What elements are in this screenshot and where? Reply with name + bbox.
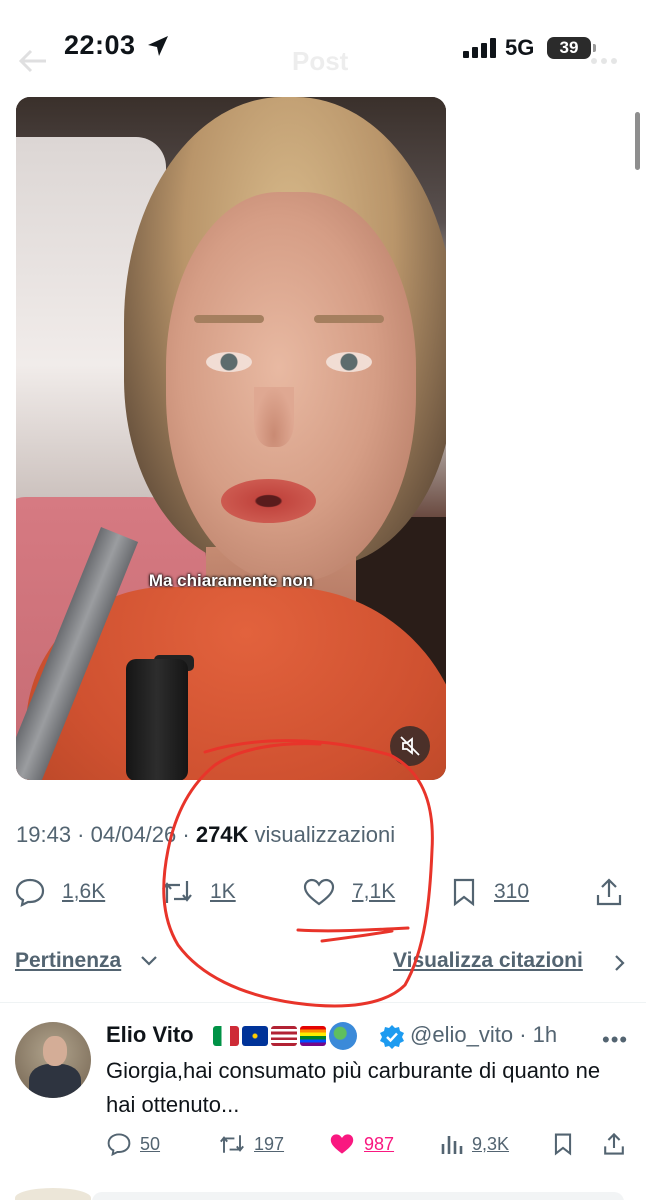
video-caption: Ma chiaramente non <box>148 571 314 590</box>
back-arrow-icon[interactable] <box>18 48 48 74</box>
video-microphone <box>126 659 188 780</box>
post-date: 04/04/26 <box>90 822 177 847</box>
sort-dropdown[interactable]: Pertinenza <box>15 949 121 973</box>
like-count: 7,1K <box>352 880 396 903</box>
usa-flag-icon <box>271 1026 297 1046</box>
reply-reply-count: 50 <box>140 1133 161 1154</box>
chevron-right-icon[interactable] <box>612 954 626 972</box>
chevron-down-icon[interactable] <box>140 954 158 968</box>
video-nose <box>254 387 294 447</box>
share-button[interactable] <box>594 872 624 912</box>
battery-indicator: 39 <box>547 37 591 59</box>
name-emoji-flags <box>213 1022 357 1050</box>
repost-count: 1K <box>210 880 236 903</box>
eu-flag-icon <box>242 1026 268 1046</box>
reply-repost-count: 197 <box>254 1133 285 1154</box>
avatar-body <box>29 1064 81 1098</box>
post-time: 19:43 <box>16 822 72 847</box>
views-count: 274K <box>195 822 249 847</box>
rainbow-flag-icon <box>300 1026 326 1046</box>
italy-flag-icon <box>213 1026 239 1046</box>
reply-share-button[interactable] <box>602 1132 626 1156</box>
globe-icon <box>329 1022 357 1050</box>
page-title: Post <box>292 46 349 76</box>
like-filled-icon <box>330 1134 354 1154</box>
scrollbar[interactable] <box>635 112 640 170</box>
video-brow-right <box>314 315 384 323</box>
repost-icon <box>162 881 192 903</box>
verified-badge-icon <box>380 1025 404 1049</box>
bookmark-count: 310 <box>494 880 530 903</box>
reply-like-button[interactable]: 987 <box>328 1132 394 1156</box>
avatar[interactable] <box>15 1022 91 1098</box>
reply-icon <box>107 1133 131 1156</box>
views-label: visualizzazioni <box>254 822 396 847</box>
reply-author-name[interactable]: Elio Vito <box>106 1022 194 1048</box>
reply-time: · 1h <box>519 1022 558 1047</box>
repost-button[interactable]: 1K <box>160 872 236 912</box>
battery-cap <box>593 44 596 52</box>
post-meta: 19:43 · 04/04/26 · 274K visualizzazioni <box>16 822 396 847</box>
share-icon <box>604 1132 624 1155</box>
reply-count: 1,6K <box>62 880 106 903</box>
video-eye-right <box>326 352 372 372</box>
video-lips <box>221 479 316 523</box>
reply-like-count: 987 <box>364 1133 395 1154</box>
next-reply-avatar[interactable] <box>15 1188 91 1200</box>
next-reply-preview[interactable] <box>92 1192 624 1200</box>
status-time: 22:03 <box>64 30 136 60</box>
repost-icon <box>220 1135 244 1153</box>
reply-bookmark-button[interactable] <box>552 1132 574 1156</box>
reply-handle-text: @elio_vito <box>410 1022 514 1047</box>
location-arrow-icon <box>148 36 168 56</box>
views-icon <box>441 1136 463 1154</box>
network-type: 5G <box>505 35 535 60</box>
more-icon[interactable]: ••• <box>602 1027 628 1053</box>
reply-text: Giorgia,hai consumato più carburante di … <box>106 1058 601 1117</box>
post-video[interactable]: Ma chiaramente non <box>16 97 446 780</box>
avatar-head <box>43 1036 67 1066</box>
reply-reply-button[interactable]: 50 <box>106 1132 160 1156</box>
reply-handle[interactable]: @elio_vito · 1h <box>410 1022 557 1048</box>
bookmark-icon <box>453 878 475 907</box>
view-quotes-link[interactable]: Visualizza citazioni <box>393 949 583 973</box>
reply-button[interactable]: 1,6K <box>14 872 105 912</box>
video-brow-left <box>194 315 264 323</box>
reply-views-count: 9,3K <box>472 1133 510 1154</box>
mute-button[interactable] <box>390 726 430 766</box>
status-bar: Post 22:03 5G 39 <box>0 0 646 96</box>
bookmark-button[interactable]: 310 <box>450 872 529 912</box>
reply-repost-button[interactable]: 197 <box>218 1132 284 1156</box>
reply-icon <box>15 878 45 907</box>
like-button[interactable]: 7,1K <box>302 872 395 912</box>
divider <box>0 1002 646 1003</box>
share-icon <box>596 878 622 906</box>
mute-icon <box>400 736 420 756</box>
video-eye-left <box>206 352 252 372</box>
bookmark-icon <box>554 1133 572 1156</box>
reply-views-button[interactable]: 9,3K <box>440 1132 509 1156</box>
like-icon <box>303 878 335 906</box>
screen: Post 22:03 5G 39 Ma chiaramente non 19:4… <box>0 0 646 1200</box>
